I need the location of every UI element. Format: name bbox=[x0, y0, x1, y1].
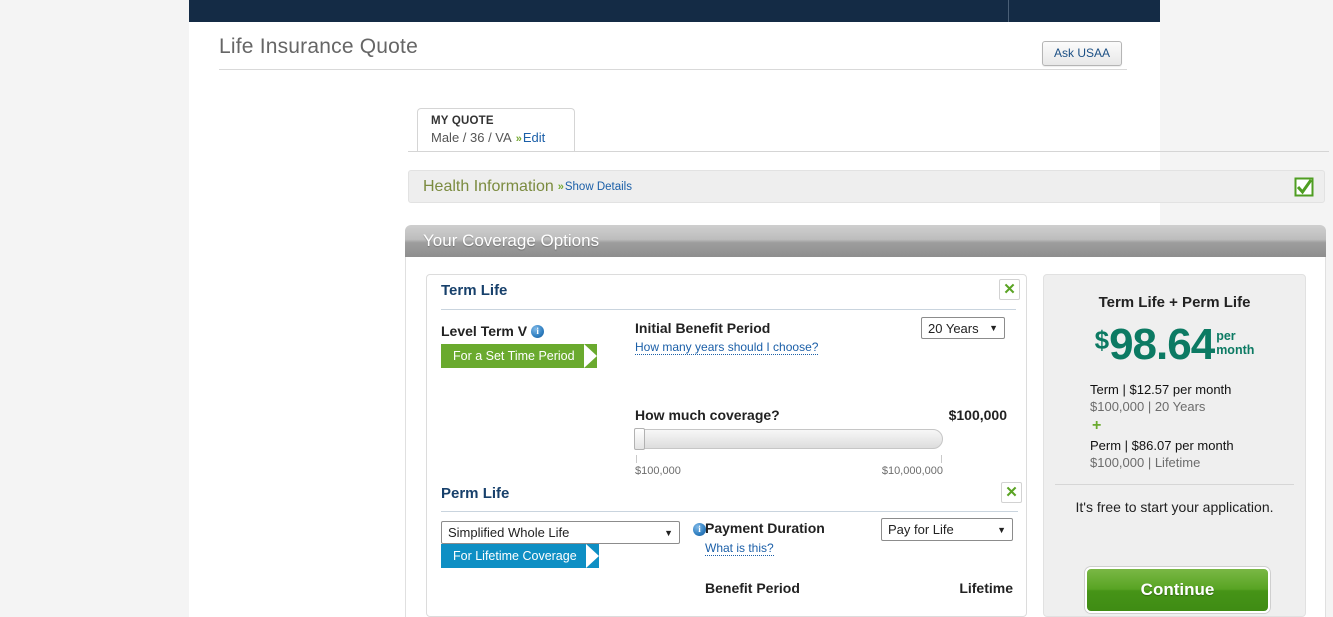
topbar-divider bbox=[1008, 0, 1009, 22]
perm-price-line: Perm | $86.07 per month bbox=[1090, 438, 1234, 453]
chevron-right-icon: » bbox=[557, 180, 564, 193]
summary-title: Term Life + Perm Life bbox=[1098, 294, 1251, 311]
show-details-link[interactable]: Show Details bbox=[565, 181, 632, 193]
remove-perm-life-button[interactable]: ✕ bbox=[1001, 482, 1022, 503]
perm-product-select[interactable]: Simplified Whole Life ▼ bbox=[441, 521, 680, 544]
chevron-down-icon: ▼ bbox=[664, 527, 673, 538]
green-x-icon: ✕ bbox=[1003, 281, 1016, 298]
tabs-bottom-rule bbox=[408, 151, 1329, 152]
my-quote-tab-summary: Male / 36 / VA» Edit bbox=[431, 130, 574, 145]
total-price-amount: 98.64 bbox=[1109, 320, 1215, 369]
page-container: Life Insurance Quote Ask USAA MY QUOTE M… bbox=[189, 0, 1329, 617]
initial-benefit-period-label: Initial Benefit Period bbox=[635, 320, 771, 336]
benefit-period-value: Lifetime bbox=[959, 580, 1013, 596]
edit-quote-link[interactable]: Edit bbox=[523, 130, 545, 145]
payment-duration-value: Pay for Life bbox=[888, 522, 954, 537]
perm-detail-line: $100,000 | Lifetime bbox=[1090, 455, 1201, 470]
term-life-header: Term Life ✕ bbox=[441, 279, 1020, 310]
title-area: Life Insurance Quote Ask USAA bbox=[219, 35, 1129, 70]
benefit-period-select[interactable]: 20 Years ▼ bbox=[921, 317, 1005, 339]
coverage-options-header: Your Coverage Options bbox=[405, 225, 1326, 257]
chevron-right-icon: » bbox=[515, 133, 522, 145]
term-product-name: Level Term Vi bbox=[441, 323, 545, 339]
price-period-line1: per bbox=[1216, 329, 1236, 343]
ask-usaa-button[interactable]: Ask USAA bbox=[1041, 41, 1122, 66]
page-title: Life Insurance Quote bbox=[219, 35, 418, 58]
price-breakdown: Term | $12.57 per month $100,000 | 20 Ye… bbox=[1090, 382, 1305, 470]
coverage-options-body: Term Life ✕ Level Term Vi For a Set Time… bbox=[405, 257, 1326, 617]
coverage-amount-slider[interactable] bbox=[634, 428, 943, 450]
health-information-bar[interactable]: Health Information » Show Details bbox=[408, 170, 1325, 203]
benefit-period-label: Benefit Period bbox=[705, 580, 800, 596]
perm-life-heading: Perm Life bbox=[441, 485, 510, 502]
chevron-down-icon: ▼ bbox=[989, 323, 998, 333]
coverage-amount-label: How much coverage? bbox=[635, 407, 780, 423]
green-x-icon: ✕ bbox=[1005, 484, 1018, 501]
benefit-period-value: 20 Years bbox=[928, 320, 979, 336]
term-product-name-text: Level Term V bbox=[441, 323, 528, 339]
price-period: per month bbox=[1216, 329, 1254, 357]
slider-tick-min bbox=[636, 455, 637, 463]
my-quote-tab[interactable]: MY QUOTE Male / 36 / VA» Edit bbox=[417, 108, 575, 152]
slider-handle[interactable] bbox=[634, 428, 645, 450]
my-quote-tab-label: MY QUOTE bbox=[431, 115, 494, 127]
remove-term-life-button[interactable]: ✕ bbox=[999, 279, 1020, 300]
payment-duration-label: Payment Duration bbox=[705, 520, 825, 536]
perm-ribbon-badge: For Lifetime Coverage bbox=[441, 544, 599, 568]
green-check-icon bbox=[1294, 177, 1314, 197]
top-navigation-bar bbox=[189, 0, 1160, 22]
payment-duration-select[interactable]: Pay for Life ▼ bbox=[881, 518, 1013, 541]
total-price: $ 98.64 per month bbox=[1044, 322, 1305, 368]
term-detail-line: $100,000 | 20 Years bbox=[1090, 399, 1206, 414]
chevron-down-icon: ▼ bbox=[997, 524, 1006, 535]
summary-divider bbox=[1055, 484, 1294, 485]
slider-tick-max bbox=[941, 455, 942, 463]
currency-symbol: $ bbox=[1094, 325, 1110, 355]
perm-product-value: Simplified Whole Life bbox=[448, 525, 570, 540]
quote-summary-text: Male / 36 / VA bbox=[431, 130, 512, 145]
continue-button[interactable]: Continue bbox=[1085, 567, 1270, 613]
product-card: Term Life ✕ Level Term Vi For a Set Time… bbox=[426, 274, 1027, 617]
plus-icon: + bbox=[1092, 417, 1102, 434]
title-divider bbox=[219, 69, 1127, 70]
health-information-title: Health Information bbox=[423, 177, 554, 195]
coverage-amount-value: $100,000 bbox=[948, 407, 1007, 423]
term-price-line: Term | $12.57 per month bbox=[1090, 382, 1232, 397]
perm-life-header: Perm Life ✕ bbox=[427, 482, 1028, 512]
price-period-line2: month bbox=[1216, 343, 1255, 357]
benefit-period-help-link[interactable]: How many years should I choose? bbox=[635, 340, 819, 355]
term-life-heading: Term Life bbox=[441, 282, 508, 299]
term-ribbon-badge: For a Set Time Period bbox=[441, 344, 597, 368]
quote-summary-panel: Term Life + Perm Life $ 98.64 per month … bbox=[1043, 274, 1306, 617]
info-icon[interactable]: i bbox=[531, 325, 545, 338]
slider-max-label: $10,000,000 bbox=[881, 465, 943, 477]
free-application-text: It's free to start your application. bbox=[1075, 499, 1274, 515]
slider-min-label: $100,000 bbox=[635, 465, 681, 477]
payment-duration-help-link[interactable]: What is this? bbox=[705, 541, 774, 556]
